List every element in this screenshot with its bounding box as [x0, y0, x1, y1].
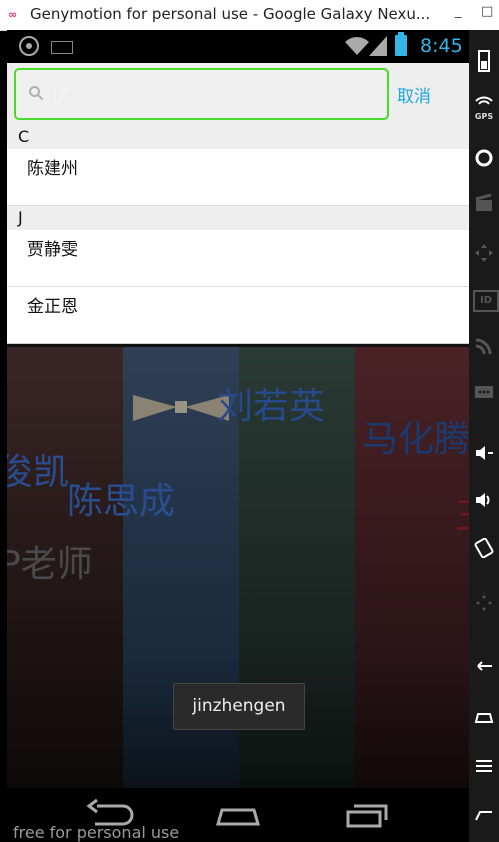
contact-row[interactable]: 贾静雯: [7, 230, 469, 287]
section-header: J: [7, 206, 469, 230]
search-input[interactable]: [52, 77, 372, 109]
back-icon: [477, 661, 492, 671]
maximize-button[interactable]: □: [481, 4, 493, 19]
search-box[interactable]: [14, 68, 389, 120]
status-bar: 8:45: [7, 30, 469, 63]
id-tool-button[interactable]: ID: [469, 282, 499, 322]
section-header: C: [7, 125, 469, 149]
bg-name-5: P老师: [7, 544, 93, 585]
scale-button[interactable]: [469, 585, 499, 625]
capture-tool-button[interactable]: [469, 185, 499, 225]
wifi-icon: [345, 37, 369, 55]
toast-message: jinzhengen: [173, 683, 305, 730]
id-label: ID: [473, 290, 499, 312]
gps-label: GPS: [474, 112, 494, 121]
menu-tool-button[interactable]: [469, 748, 499, 788]
sms-icon: [475, 386, 493, 398]
gps-icon: [19, 36, 39, 56]
sms-tool-button[interactable]: [469, 375, 499, 415]
bg-name-2: 马化腾: [362, 419, 469, 460]
bg-name-1: 刘若英: [217, 386, 326, 427]
dpad-icon: [476, 595, 492, 611]
dpad-icon: [475, 244, 493, 262]
camera-icon: [475, 149, 493, 167]
recent-apps-icon: [475, 811, 492, 821]
window-title: Genymotion for personal use - Google Gal…: [30, 5, 431, 23]
cancel-button[interactable]: 取消: [397, 82, 431, 107]
home-icon[interactable]: [212, 796, 264, 832]
battery-tool-button[interactable]: [469, 40, 499, 80]
minimize-button[interactable]: _: [455, 4, 462, 19]
clock: 8:45: [420, 35, 463, 57]
battery-icon: [478, 50, 490, 72]
device-screen: 8:45 刘若英 马化腾 陈思成 俊凯 P老师 王: [7, 30, 469, 842]
network-tool-button[interactable]: [469, 328, 499, 368]
contact-row[interactable]: 金正恩: [7, 287, 469, 344]
bg-name-4: 俊凯: [7, 452, 70, 493]
bg-name-6: 王: [455, 487, 469, 539]
dpad-tool-button[interactable]: [469, 235, 499, 275]
rss-icon: [475, 338, 492, 355]
volume-up-button[interactable]: [469, 482, 499, 522]
menu-icon: [476, 760, 492, 772]
search-icon: [29, 86, 44, 101]
volume-up-icon: [476, 493, 490, 507]
search-bar: 取消: [7, 63, 469, 125]
camera-tool-button[interactable]: [469, 140, 499, 180]
volume-down-button[interactable]: [469, 435, 499, 475]
home-icon: [474, 713, 494, 723]
back-tool-button[interactable]: [469, 650, 499, 690]
window-titlebar: ∞ Genymotion for personal use - Google G…: [0, 0, 499, 31]
signal-icon: [369, 36, 387, 56]
rotate-button[interactable]: [469, 530, 499, 570]
keyboard-icon: [51, 41, 73, 54]
contact-list: C 陈建州 J 贾静雯 金正恩: [7, 125, 469, 344]
watermark-text: free for personal use: [13, 823, 180, 842]
volume-down-icon: [476, 446, 493, 460]
clapper-icon: [475, 193, 492, 211]
app-content: 刘若英 马化腾 陈思成 俊凯 P老师 王 取消 C 陈建州 J 贾静雯 金正恩: [7, 63, 469, 788]
genymotion-logo-icon: ∞: [8, 8, 18, 21]
recent-tool-button[interactable]: [469, 798, 499, 838]
wifi-icon: [475, 96, 493, 105]
recent-apps-icon[interactable]: [342, 796, 394, 832]
contact-row[interactable]: 陈建州: [7, 149, 469, 206]
bg-name-3: 陈思成: [67, 481, 176, 522]
battery-icon: [395, 32, 407, 56]
home-tool-button[interactable]: [469, 698, 499, 738]
emulator-toolbar: GPS ID: [469, 30, 499, 842]
rotate-icon: [474, 538, 494, 558]
gps-tool-button[interactable]: GPS: [469, 85, 499, 125]
